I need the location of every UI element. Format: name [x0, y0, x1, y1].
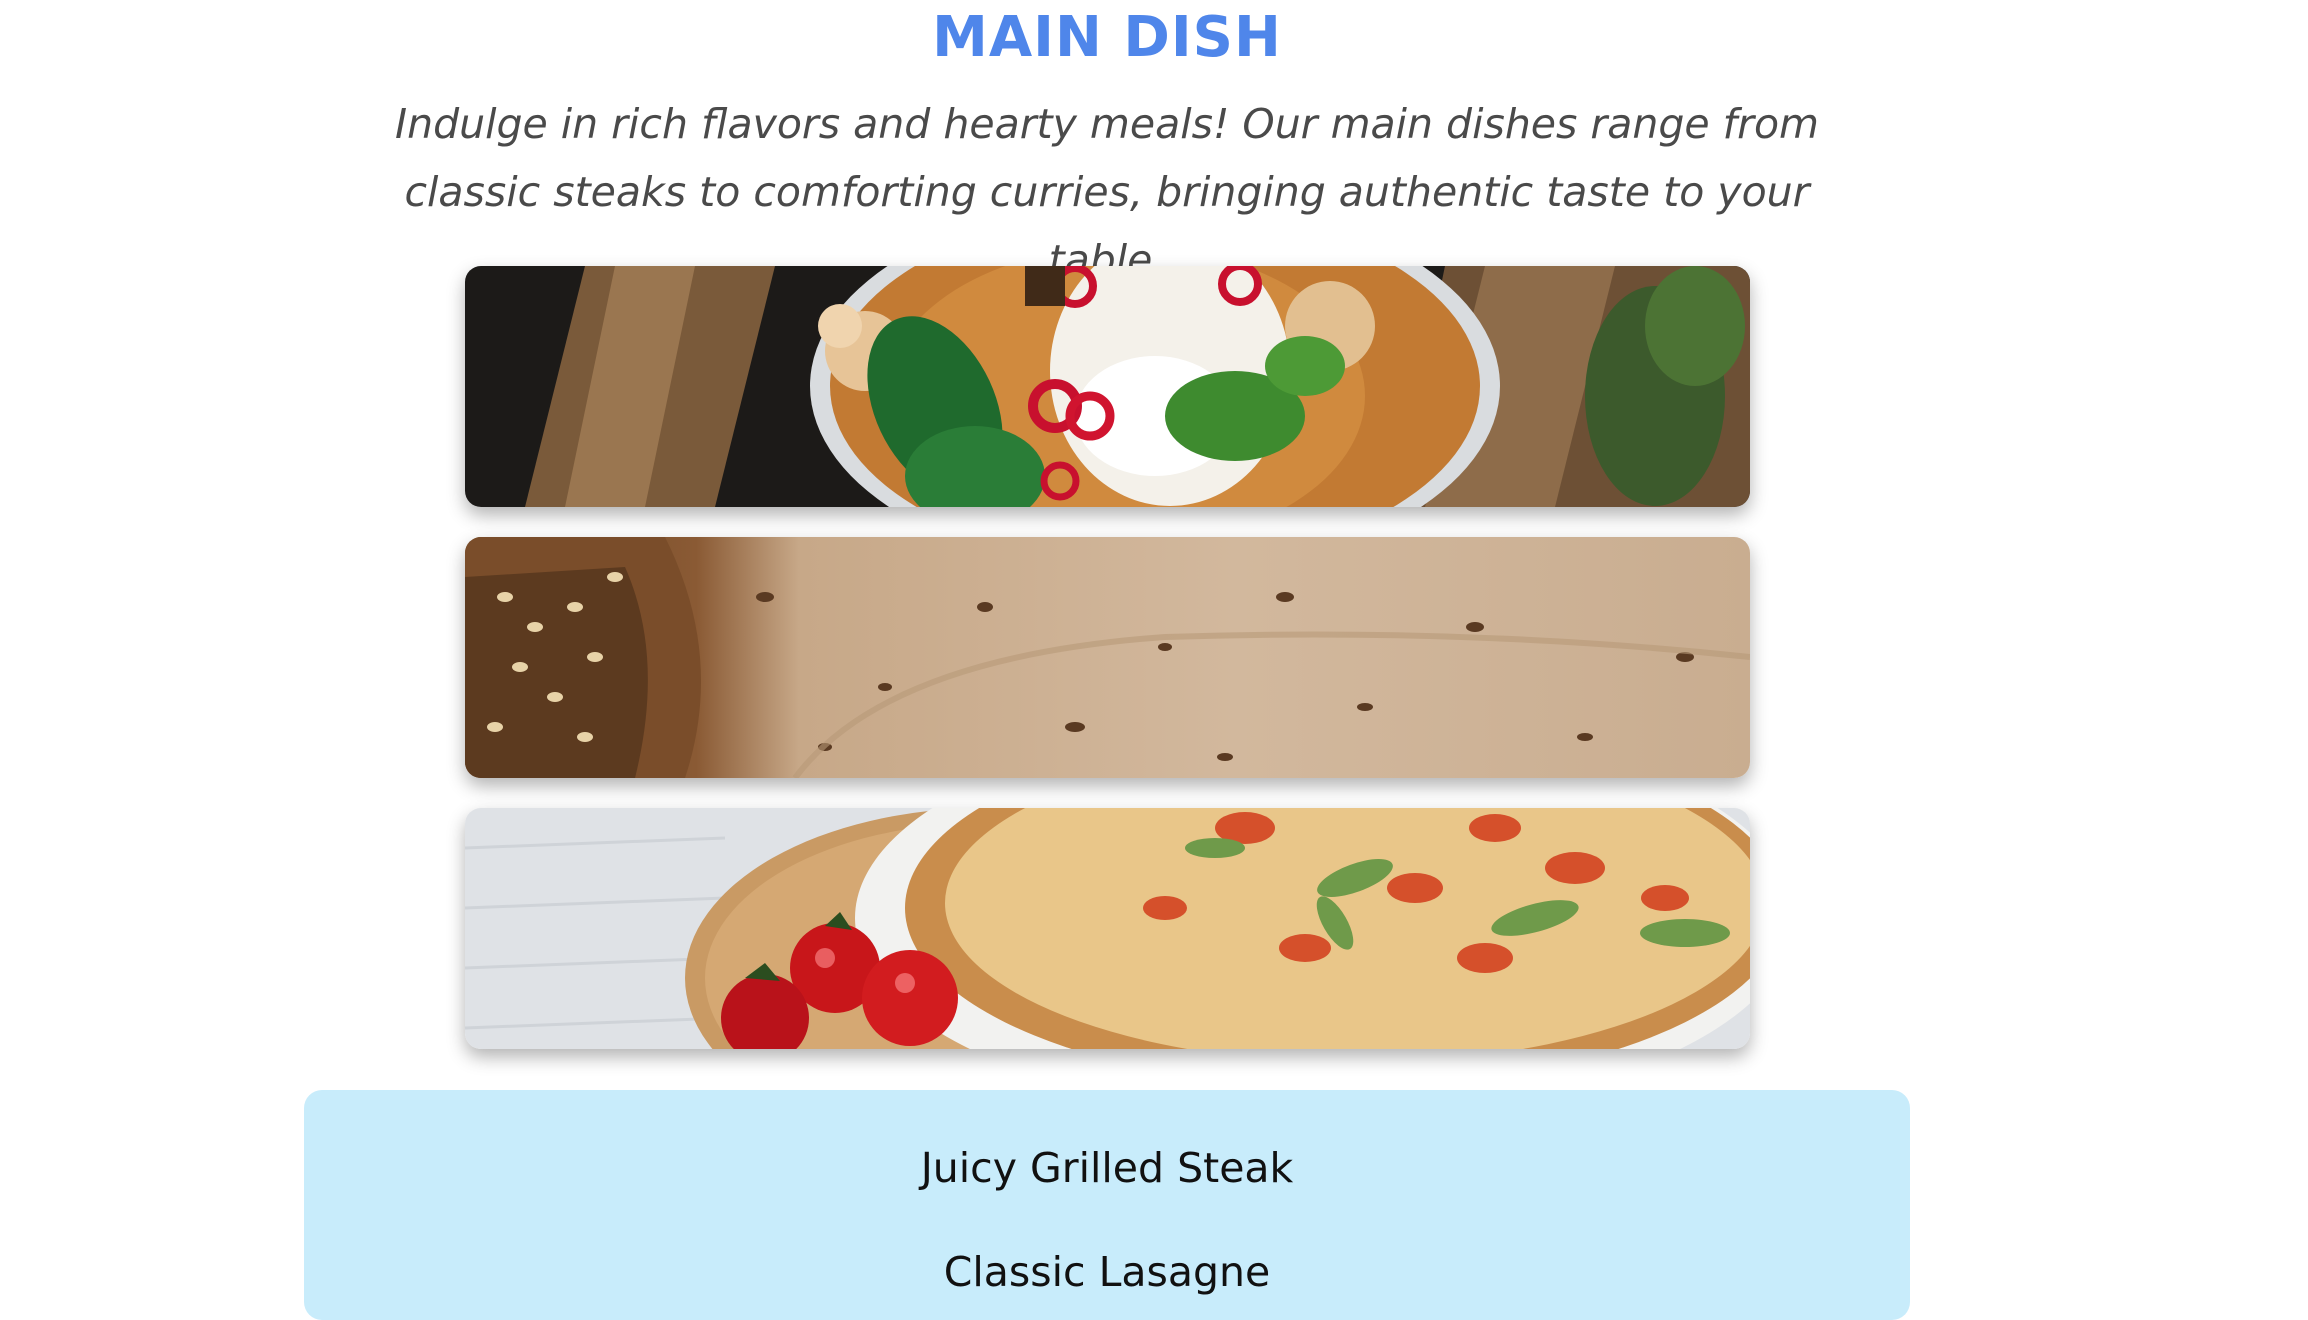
- section-description: Indulge in rich flavors and hearty meals…: [395, 100, 1819, 284]
- menu-item-juicy-grilled-steak[interactable]: Juicy Grilled Steak: [304, 1140, 1910, 1196]
- section-title: MAIN DISH: [932, 5, 1282, 70]
- pizza-image: [465, 808, 1750, 1049]
- menu-item-classic-lasagne[interactable]: Classic Lasagne: [304, 1244, 1910, 1300]
- curry-rice-image: [465, 266, 1750, 507]
- main-dish-section: MAIN DISH Indulge in rich flavors and he…: [0, 0, 2308, 1320]
- bread-image: [465, 537, 1750, 778]
